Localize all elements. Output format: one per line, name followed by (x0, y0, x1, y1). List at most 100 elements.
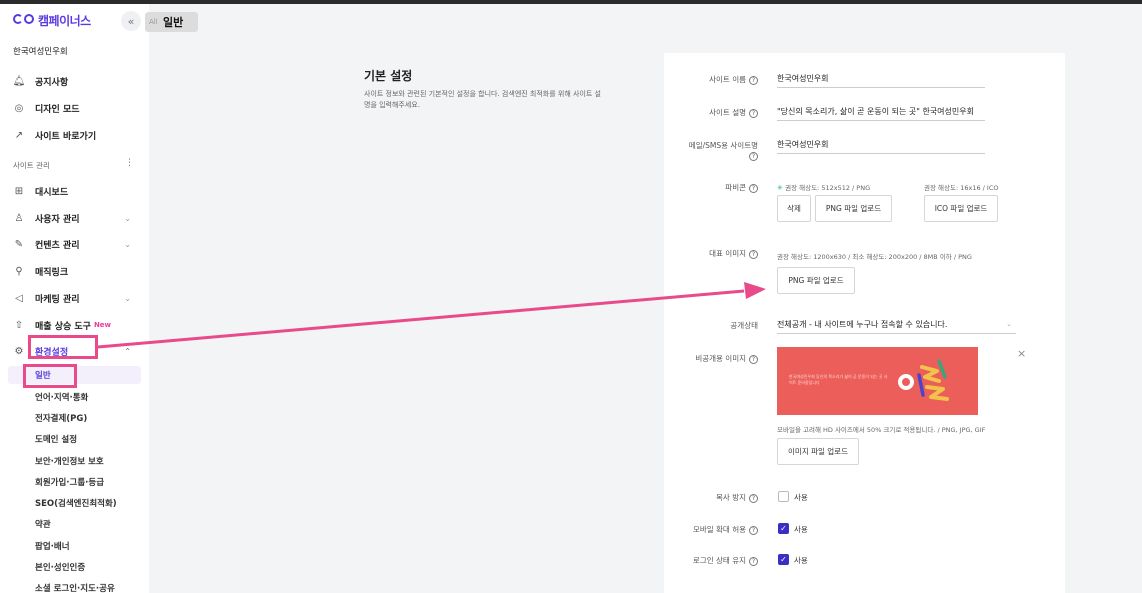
sidebar-item-design-mode[interactable]: ◎ 디자인 모드 (13, 99, 141, 117)
private-image-close-icon[interactable]: × (1017, 347, 1026, 360)
visibility-label: 공개상태 (730, 321, 758, 330)
favicon-delete-button[interactable]: 삭제 (777, 195, 811, 222)
label-text: 사이트 이름 (709, 75, 746, 84)
sidebar-item-dashboard[interactable]: ⊞ 대시보드 (13, 182, 141, 200)
rep-image-label: 대표 이미지? (709, 248, 758, 259)
sidebar-subitem-domain[interactable]: 도메인 설정 (35, 433, 77, 445)
copy-protect-option[interactable]: 사용 (794, 492, 808, 503)
rep-image-upload-button[interactable]: PNG 파일 업로드 (777, 267, 855, 294)
user-icon: ♙ (14, 212, 24, 224)
sidebar-item-label: 컨텐츠 관리 (35, 240, 80, 251)
copy-protect-checkbox[interactable] (778, 491, 789, 502)
help-icon[interactable]: ? (749, 354, 758, 364)
favicon-png-upload-button[interactable]: PNG 파일 업로드 (815, 195, 892, 222)
site-desc-label: 사이트 설명? (709, 107, 758, 118)
label-text: 사이트 설명 (709, 108, 746, 117)
palette-icon: ◎ (14, 102, 24, 114)
sidebar-item-users[interactable]: ♙ 사용자 관리 ⌄ (13, 209, 141, 227)
megaphone-icon: ◁ (15, 292, 23, 304)
sidebar-subitem-popup[interactable]: 팝업·배너 (35, 540, 70, 552)
help-icon[interactable]: ? (749, 151, 758, 161)
keep-login-checkbox[interactable]: ✓ (778, 554, 789, 565)
section-label: 사이트 관리 (13, 161, 50, 170)
gear-icon: ⚙ (14, 345, 24, 357)
visibility-value: 전체공개 - 내 사이트에 누구나 접속할 수 있습니다. (777, 320, 948, 329)
mobile-zoom-option[interactable]: 사용 (794, 524, 808, 535)
chevron-down-icon: ⌄ (1006, 320, 1012, 328)
label-text: 대표 이미지 (709, 249, 746, 258)
sidebar-item-label: 매출 상승 도구 (35, 321, 91, 332)
site-name-input[interactable]: 한국여성민우회 (777, 70, 985, 88)
help-icon[interactable]: ? (749, 249, 758, 259)
label-text: 모바일 확대 허용 (692, 525, 746, 534)
private-image-label: 비공개용 이미지? (695, 353, 758, 364)
sidebar-subitem-language[interactable]: 언어·지역·통화 (35, 391, 88, 403)
section-description: 사이트 정보와 관련된 기본적인 설정을 합니다. 검색엔진 최적화를 위해 사… (364, 90, 601, 109)
sms-name-label: 메일/SMS용 사이트명? (678, 140, 758, 161)
rep-image-hint: 권장 해상도: 1200x630 / 최소 해상도: 200x200 / 8MB… (777, 253, 972, 261)
hint-text: 권장 해상도: 512x512 / PNG (785, 184, 871, 192)
label-text: 복사 방지 (716, 493, 746, 502)
site-name: 한국여성민우회 (13, 47, 68, 57)
keep-login-option[interactable]: 사용 (794, 555, 808, 566)
help-icon[interactable]: ? (749, 183, 758, 193)
edit-icon: ✎ (14, 238, 24, 250)
help-icon[interactable]: ? (749, 525, 758, 535)
label-text: 파비콘 (725, 183, 746, 192)
brand-logo-icon (13, 14, 35, 26)
label-text: 비공개용 이미지 (695, 354, 746, 363)
sidebar-item-label: 대시보드 (35, 187, 69, 198)
visibility-select[interactable]: 전체공개 - 내 사이트에 누구나 접속할 수 있습니다. ⌄ (777, 316, 1016, 334)
site-desc-input[interactable]: "당신의 목소리가, 삶이 곧 운동이 되는 곳" 한국여성민우회 (777, 103, 985, 121)
help-icon[interactable]: ? (749, 556, 758, 566)
keep-login-label: 로그인 상태 유지? (693, 555, 758, 566)
help-icon[interactable]: ? (749, 493, 758, 503)
mobile-zoom-label: 모바일 확대 허용? (693, 524, 758, 535)
sidebar-subitem-security[interactable]: 보안·개인정보 보호 (35, 455, 104, 467)
page-title-tab[interactable]: All 일반 (145, 12, 198, 32)
favicon-preview-icon: ✳ (777, 184, 786, 192)
sidebar-item-marketing[interactable]: ◁ 마케팅 관리 ⌄ (13, 289, 141, 307)
chart-icon: ⇧ (14, 319, 24, 331)
sidebar-item-label: 마케팅 관리 (35, 294, 80, 305)
sms-name-input[interactable]: 한국여성민우회 (777, 136, 985, 154)
sidebar-item-label: 매직링크 (35, 267, 69, 278)
collapse-sidebar-button[interactable]: « (121, 11, 141, 31)
private-image-upload-button[interactable]: 이미지 파일 업로드 (777, 438, 859, 465)
help-icon[interactable]: ? (749, 108, 758, 118)
label-text: 로그인 상태 유지 (692, 556, 746, 565)
sidebar-item-notice[interactable]: 🔔︎ 공지사항 (13, 72, 141, 90)
site-name-label: 사이트 이름? (709, 74, 758, 85)
private-image-preview: 한국여성민우회 당신의 목소리가 삶이 곧 운동이 되는 곳 사이트 준비중입니… (777, 347, 978, 415)
copy-protect-label: 복사 방지? (716, 492, 758, 503)
sidebar-item-label: 공지사항 (35, 77, 69, 88)
favicon-label: 파비콘? (725, 182, 758, 193)
sidebar-item-site-shortcut[interactable]: ↗ 사이트 바로가기 (13, 126, 141, 144)
annotation-box-settings (28, 335, 98, 359)
sidebar-subitem-pg[interactable]: 전자결제(PG) (35, 412, 87, 424)
favicon-png-hint: ✳ 권장 해상도: 512x512 / PNG (777, 182, 870, 192)
brand-name: 캠페이너스 (38, 13, 91, 28)
sidebar-subitem-social[interactable]: 소셜 로그인·지도·공유 (35, 582, 115, 593)
favicon-ico-upload-button[interactable]: ICO 파일 업로드 (924, 195, 998, 222)
external-link-icon: ↗ (14, 129, 24, 141)
help-icon[interactable]: ? (749, 75, 758, 85)
sidebar-item-magiclink[interactable]: ⚲ 매직링크 (13, 262, 141, 280)
sidebar-item-sales-tools[interactable]: ⇧ 매출 상승 도구 New (13, 316, 141, 334)
sidebar-subitem-terms[interactable]: 약관 (35, 518, 51, 530)
sidebar-item-contents[interactable]: ✎ 컨텐츠 관리 ⌄ (13, 235, 141, 253)
page-title: 일반 (163, 16, 184, 29)
sidebar-item-label: 디자인 모드 (35, 104, 80, 115)
sidebar-subitem-verification[interactable]: 본인·성인인증 (35, 561, 85, 573)
more-icon[interactable]: ⋮ (125, 158, 134, 168)
sidebar-subitem-signup[interactable]: 회원가입·그룹·등급 (35, 476, 104, 488)
sidebar-item-label: 사이트 바로가기 (35, 131, 97, 142)
annotation-box-general (23, 364, 77, 388)
page-tab-prefix: All (149, 18, 158, 26)
window-top-strip (0, 0, 1142, 4)
sidebar-subitem-seo[interactable]: SEO(검색엔진최적화) (35, 497, 117, 509)
chevron-down-icon: ⌄ (124, 213, 131, 223)
mobile-zoom-checkbox[interactable]: ✓ (778, 523, 789, 534)
brand[interactable]: 캠페이너스 (13, 10, 91, 30)
chevron-down-icon: ⌄ (124, 239, 131, 249)
